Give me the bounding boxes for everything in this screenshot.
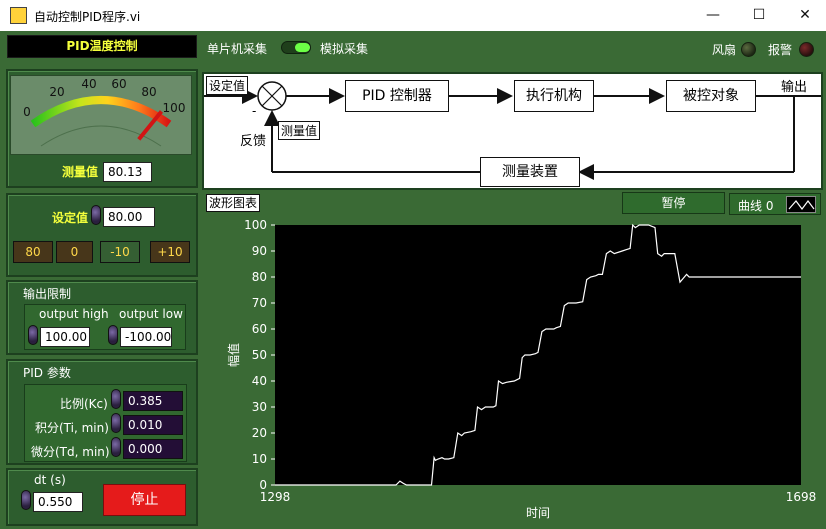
stop-button[interactable]: 停止 [103, 484, 186, 516]
setpoint-plus10-button[interactable]: +10 [150, 241, 190, 263]
measured-label: 测量值 [62, 165, 99, 179]
kc-input[interactable]: 0.385 [123, 391, 183, 411]
y-tick-label: 20 [252, 426, 267, 440]
source-toggle-switch[interactable] [281, 41, 311, 54]
pid-controller-block: PID 控制器 [345, 80, 449, 112]
ti-spinner[interactable] [111, 413, 121, 433]
output-limit-title: 输出限制 [23, 287, 72, 301]
td-input[interactable]: 0.000 [123, 439, 183, 459]
alarm-label: 报警 [768, 43, 793, 57]
title-bar: 自动控制PID程序.vi — ☐ ✕ [0, 0, 826, 31]
kc-spinner[interactable] [111, 389, 121, 409]
minimize-button[interactable]: — [690, 0, 736, 31]
y-tick-label: 70 [252, 296, 267, 310]
output-low-input[interactable]: -100.00 [120, 327, 172, 347]
output-low-spinner[interactable] [108, 325, 118, 345]
sensor-block: 测量装置 [480, 157, 580, 187]
fan-indicator-lamp [741, 42, 756, 57]
gauge-scale-label: 60 [111, 77, 126, 91]
gauge-color-arc [30, 96, 172, 128]
gauge-svg: 0 20 40 60 80 100 [23, 77, 186, 147]
source-left-label: 单片机采集 [207, 42, 268, 56]
ti-input[interactable]: 0.010 [123, 415, 183, 435]
gauge-face: 0 20 40 60 80 100 [10, 75, 192, 155]
ti-label: 积分(Ti, min) [35, 421, 109, 435]
gauge-scale-label: 80 [141, 85, 156, 99]
output-high-input[interactable]: 100.00 [40, 327, 90, 347]
y-tick-label: 50 [252, 348, 267, 362]
td-spinner[interactable] [111, 437, 121, 457]
y-tick-label: 60 [252, 322, 267, 336]
panel-title-box: PID温度控制 [7, 35, 197, 58]
setpoint-section [6, 193, 198, 277]
td-label: 微分(Td, min) [31, 445, 110, 459]
dt-input[interactable]: 0.550 [33, 492, 83, 512]
output-high-label: output high [39, 307, 109, 321]
diagram-setpoint-label: 设定值 [206, 76, 249, 95]
waveform-chart-svg: 0102030405060708090100 1298 1698 幅值 时间 [226, 218, 817, 520]
kc-label: 比例(Kc) [60, 397, 108, 411]
diagram-measured-label: 测量值 [278, 121, 321, 140]
panel-title: PID温度控制 [66, 39, 138, 53]
setpoint-spinner[interactable] [91, 205, 101, 225]
plot-area [275, 225, 801, 485]
diagram-feedback-label: 反馈 [240, 134, 267, 149]
setpoint-minus10-button[interactable]: -10 [100, 241, 140, 263]
output-low-label: output low [119, 307, 183, 321]
y-tick-label: 90 [252, 244, 267, 258]
gauge-scale-label: 40 [81, 77, 96, 91]
y-tick-label: 100 [244, 218, 267, 232]
diagram-minus-sign: - [252, 104, 257, 118]
setpoint-label: 设定值 [52, 211, 89, 225]
setpoint-80-button[interactable]: 80 [13, 241, 53, 263]
gauge-scale-label: 100 [163, 101, 186, 115]
x-tick-label: 1698 [786, 490, 817, 504]
gauge-scale-label: 20 [49, 85, 64, 99]
waveform-chart-panel: 波形图表 暂停 曲线 0 0 10 20 30 40 50 60 70 80 90 100 1298… [202, 192, 823, 526]
measured-value-display: 80.13 [103, 162, 152, 182]
x-tick-label: 1298 [260, 490, 291, 504]
chart-x-axis-label: 时间 [526, 506, 550, 520]
toggle-knob [295, 43, 310, 52]
actuator-block: 执行机构 [514, 80, 594, 112]
control-block-diagram: 设定值 - 反馈 测量值 PID 控制器 执行机构 被控对象 输出 测量装置 [202, 72, 823, 190]
gauge-scale-label: 0 [23, 105, 31, 119]
chart-y-axis-label: 幅值 [226, 343, 241, 367]
y-tick-label: 80 [252, 270, 267, 284]
diagram-output-label: 输出 [781, 80, 808, 95]
setpoint-input[interactable]: 80.00 [103, 207, 155, 227]
setpoint-0-button[interactable]: 0 [56, 241, 93, 263]
fan-label: 风扇 [712, 43, 737, 57]
close-button[interactable]: ✕ [782, 0, 826, 31]
y-tick-label: 40 [252, 374, 267, 388]
pid-title: PID 参数 [23, 366, 71, 380]
dt-spinner[interactable] [21, 490, 31, 510]
y-tick-label: 10 [252, 452, 267, 466]
plant-block: 被控对象 [666, 80, 756, 112]
maximize-button[interactable]: ☐ [736, 0, 782, 31]
window-title: 自动控制PID程序.vi [34, 10, 141, 24]
labview-app-icon [10, 7, 27, 24]
alarm-indicator-lamp [799, 42, 814, 57]
y-tick-label: 30 [252, 400, 267, 414]
source-right-label: 模拟采集 [320, 42, 369, 56]
output-high-spinner[interactable] [28, 325, 38, 345]
dt-label: dt (s) [34, 473, 66, 487]
